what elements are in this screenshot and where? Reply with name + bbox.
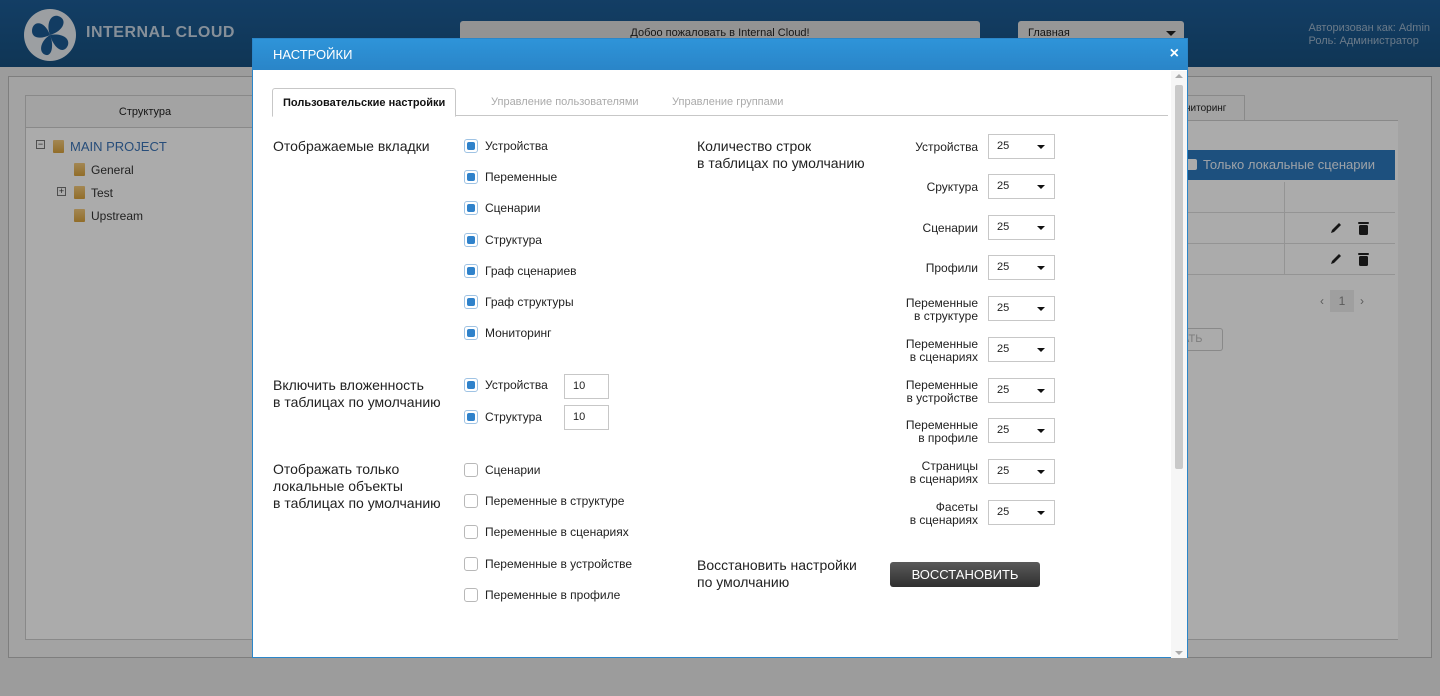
visible-tab-variables[interactable]: Переменные bbox=[464, 167, 557, 187]
rows-label-scenarios: Сценарии bbox=[922, 221, 978, 235]
visible-tab-monitoring[interactable]: Мониторинг bbox=[464, 323, 552, 343]
visible-tab-structure[interactable]: Структура bbox=[464, 230, 542, 250]
local-only-scenarios[interactable]: Сценарии bbox=[464, 460, 540, 480]
settings-tabs: Пользовательские настройки Управление по… bbox=[272, 88, 1168, 117]
visible-tabs-label: Отображаемые вкладки bbox=[273, 138, 430, 154]
rows-select-device-vars[interactable]: 25 bbox=[988, 378, 1055, 403]
rows-label-structure-vars: Переменные в структуре bbox=[905, 296, 978, 323]
chevron-down-icon bbox=[1037, 185, 1045, 189]
rows-select-structure[interactable]: 25 bbox=[988, 174, 1055, 199]
close-icon[interactable]: × bbox=[1170, 45, 1179, 63]
local-only-structure-vars[interactable]: Переменные в структуре bbox=[464, 491, 624, 511]
checkbox[interactable] bbox=[464, 201, 478, 215]
rows-select-profiles[interactable]: 25 bbox=[988, 255, 1055, 280]
scroll-down-icon[interactable] bbox=[1175, 651, 1183, 655]
visible-tab-structure-graph[interactable]: Граф структуры bbox=[464, 292, 574, 312]
scroll-thumb[interactable] bbox=[1175, 85, 1183, 469]
visible-tab-devices[interactable]: Устройства bbox=[464, 136, 548, 156]
checkbox[interactable] bbox=[464, 326, 478, 340]
local-only-label: Отображать только локальные объекты в та… bbox=[273, 461, 441, 511]
chevron-down-icon bbox=[1037, 266, 1045, 270]
restore-button[interactable]: ВОССТАНОВИТЬ bbox=[890, 562, 1040, 587]
local-only-profile-vars[interactable]: Переменные в профиле bbox=[464, 585, 620, 605]
nesting-label: Включить вложенность в таблицах по умолч… bbox=[273, 377, 441, 410]
rows-select-scenario-vars[interactable]: 25 bbox=[988, 337, 1055, 362]
scroll-up-icon[interactable] bbox=[1175, 74, 1183, 78]
rows-select-scenarios[interactable]: 25 bbox=[988, 215, 1055, 240]
tab-user-settings[interactable]: Пользовательские настройки bbox=[272, 88, 457, 117]
checkbox[interactable] bbox=[464, 588, 478, 602]
rows-label-scenario-facets: Фасеты в сценариях bbox=[909, 500, 978, 527]
checkbox[interactable] bbox=[464, 525, 478, 539]
rows-select-devices[interactable]: 25 bbox=[988, 134, 1055, 159]
chevron-down-icon bbox=[1037, 470, 1045, 474]
rows-select-scenario-pages[interactable]: 25 bbox=[988, 459, 1055, 484]
checkbox[interactable] bbox=[464, 139, 478, 153]
rows-select-scenario-facets[interactable]: 25 bbox=[988, 500, 1055, 525]
rows-label-profiles: Профили bbox=[925, 261, 978, 275]
rows-select-structure-vars[interactable]: 25 bbox=[988, 296, 1055, 321]
chevron-down-icon bbox=[1037, 511, 1045, 515]
nesting-structure-input[interactable]: 10 bbox=[564, 405, 609, 430]
checkbox[interactable] bbox=[464, 463, 478, 477]
chevron-down-icon bbox=[1037, 307, 1045, 311]
chevron-down-icon bbox=[1037, 226, 1045, 230]
nesting-devices-input[interactable]: 10 bbox=[564, 374, 609, 399]
local-only-scenario-vars[interactable]: Переменные в сценариях bbox=[464, 522, 629, 542]
nesting-structure[interactable]: Структура bbox=[464, 407, 542, 427]
rows-label-device-vars: Переменные в устройстве bbox=[905, 378, 978, 405]
rows-label-scenario-vars: Переменные в сценариях bbox=[905, 337, 978, 364]
restore-label: Восстановить настройки по умолчанию bbox=[697, 557, 857, 590]
chevron-down-icon bbox=[1037, 429, 1045, 433]
rows-label-scenario-pages: Страницы в сценариях bbox=[909, 459, 978, 486]
chevron-down-icon bbox=[1037, 348, 1045, 352]
rows-select-profile-vars[interactable]: 25 bbox=[988, 418, 1055, 443]
settings-dialog: НАСТРОЙКИ × Пользовательские настройки У… bbox=[252, 38, 1188, 658]
tab-group-management[interactable]: Управление группами bbox=[662, 88, 793, 116]
dialog-title: НАСТРОЙКИ bbox=[253, 39, 1187, 70]
dialog-scrollbar[interactable] bbox=[1171, 71, 1187, 658]
checkbox[interactable] bbox=[464, 264, 478, 278]
chevron-down-icon bbox=[1037, 389, 1045, 393]
rows-label-devices: Устройства bbox=[915, 140, 978, 154]
nesting-devices[interactable]: Устройства bbox=[464, 375, 548, 395]
checkbox[interactable] bbox=[464, 378, 478, 392]
checkbox[interactable] bbox=[464, 410, 478, 424]
checkbox[interactable] bbox=[464, 494, 478, 508]
checkbox[interactable] bbox=[464, 557, 478, 571]
checkbox[interactable] bbox=[464, 233, 478, 247]
rows-label-profile-vars: Переменные в профиле bbox=[905, 418, 978, 445]
tab-user-management[interactable]: Управление пользователями bbox=[481, 88, 649, 116]
chevron-down-icon bbox=[1037, 145, 1045, 149]
visible-tab-scenario-graph[interactable]: Граф сценариев bbox=[464, 261, 577, 281]
rows-label-structure: Сруктура bbox=[926, 180, 978, 194]
checkbox[interactable] bbox=[464, 295, 478, 309]
checkbox[interactable] bbox=[464, 170, 478, 184]
local-only-device-vars[interactable]: Переменные в устройстве bbox=[464, 554, 632, 574]
visible-tab-scenarios[interactable]: Сценарии bbox=[464, 198, 540, 218]
